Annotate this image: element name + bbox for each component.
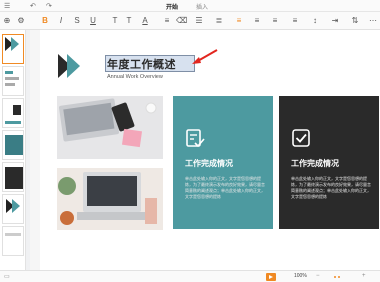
pointer-arrow-icon xyxy=(192,49,218,64)
more-icon[interactable]: ⋯ xyxy=(368,15,378,27)
thumbnail-slide-6[interactable] xyxy=(2,194,24,224)
card-teal-title: 工作完成情况 xyxy=(185,159,233,168)
zoom-level[interactable]: 100% xyxy=(294,273,307,279)
checkbox-icon xyxy=(292,129,310,147)
thumbnail-slide-4[interactable] xyxy=(2,130,24,160)
card-teal[interactable]: 工作完成情况 单击此处输入你的正文，文字是您思想的提炼，为了最终演示发布的良好效… xyxy=(173,96,273,229)
line-spacing-icon[interactable]: ↕ xyxy=(310,15,320,27)
document-check-icon xyxy=(186,129,205,148)
thumbnail-slide-3[interactable] xyxy=(2,98,24,128)
settings-icon[interactable]: ⚙ xyxy=(16,15,26,27)
font-size-up-icon[interactable]: T xyxy=(110,15,120,27)
status-bar: ▭ 100% − + xyxy=(0,270,380,282)
slide-thumbnails xyxy=(0,30,26,270)
italic-icon[interactable]: I xyxy=(56,15,66,27)
redo-icon[interactable]: ↷ xyxy=(46,2,52,10)
font-size-down-icon[interactable]: T xyxy=(124,15,134,27)
logo-arrow-teal xyxy=(67,54,80,78)
title-bar: ☰ ↶ ↷ 开始 插入 xyxy=(0,0,380,13)
add-icon[interactable]: ⊕ xyxy=(2,15,12,27)
slide-subtitle[interactable]: Annual Work Overview xyxy=(107,74,163,80)
card-dark-body: 单击此处输入你的正文，文字是您思想的提炼，为了最终演示发布的良好效果，请尽量言简… xyxy=(291,176,371,199)
eraser-icon[interactable]: ⌫ xyxy=(176,15,187,27)
card-teal-body: 单击此处输入你的正文，文字是您思想的提炼，为了最终演示发布的良好效果，请尽量言简… xyxy=(185,176,265,199)
numbered-list-icon[interactable]: ≣ xyxy=(214,15,224,27)
play-button[interactable] xyxy=(266,273,276,281)
justify-icon[interactable]: ≡ xyxy=(290,15,300,27)
card-dark-title: 工作完成情况 xyxy=(291,159,339,168)
presentation-editor: ☰ ↶ ↷ 开始 插入 ⊕ ⚙ B I S U T T A ≡ ⌫ ☰ ≣ ≡ … xyxy=(0,0,380,282)
notes-icon[interactable]: ▭ xyxy=(4,273,10,280)
undo-icon[interactable]: ↶ xyxy=(30,2,36,10)
card-dark[interactable]: 工作完成情况 单击此处输入你的正文，文字是您思想的提炼，为了最终演示发布的良好效… xyxy=(279,96,379,229)
align-left-icon[interactable]: ≡ xyxy=(162,15,172,27)
indent-icon[interactable]: ⇥ xyxy=(330,15,340,27)
zoom-out-icon[interactable]: − xyxy=(316,273,320,279)
zoom-in-icon[interactable]: + xyxy=(362,273,366,279)
slide-canvas: 年度工作概述 Annual Work Overview 工作完成情况 单击此处输… xyxy=(30,30,380,270)
thumbnail-slide-1[interactable] xyxy=(2,34,24,64)
slide-title[interactable]: 年度工作概述 xyxy=(107,56,176,72)
align-right-icon[interactable]: ≡ xyxy=(270,15,280,27)
list-icon[interactable]: ☰ xyxy=(194,15,204,27)
thumbnail-slide-2[interactable] xyxy=(2,66,24,96)
strikethrough-icon[interactable]: S xyxy=(72,15,82,27)
laptop-photo-2[interactable] xyxy=(57,168,163,230)
align-middle-icon[interactable]: ≡ xyxy=(252,15,262,27)
slide: 年度工作概述 Annual Work Overview 工作完成情况 单击此处输… xyxy=(40,30,380,270)
underline-icon[interactable]: U xyxy=(88,15,98,27)
menu-icon[interactable]: ☰ xyxy=(4,2,10,10)
zoom-slider[interactable] xyxy=(334,276,344,278)
bold-icon[interactable]: B xyxy=(40,15,50,27)
thumbnail-slide-7[interactable] xyxy=(2,226,24,256)
toolbar: ⊕ ⚙ B I S U T T A ≡ ⌫ ☰ ≣ ≡ ≡ ≡ ≡ ↕ ⇥ ⇅ … xyxy=(0,12,380,30)
align-center-icon[interactable]: ≡ xyxy=(234,15,244,27)
laptop-photo-1[interactable] xyxy=(57,96,163,159)
font-color-icon[interactable]: A xyxy=(140,15,150,27)
text-direction-icon[interactable]: ⇅ xyxy=(350,15,360,27)
thumbnail-slide-5[interactable] xyxy=(2,162,24,192)
